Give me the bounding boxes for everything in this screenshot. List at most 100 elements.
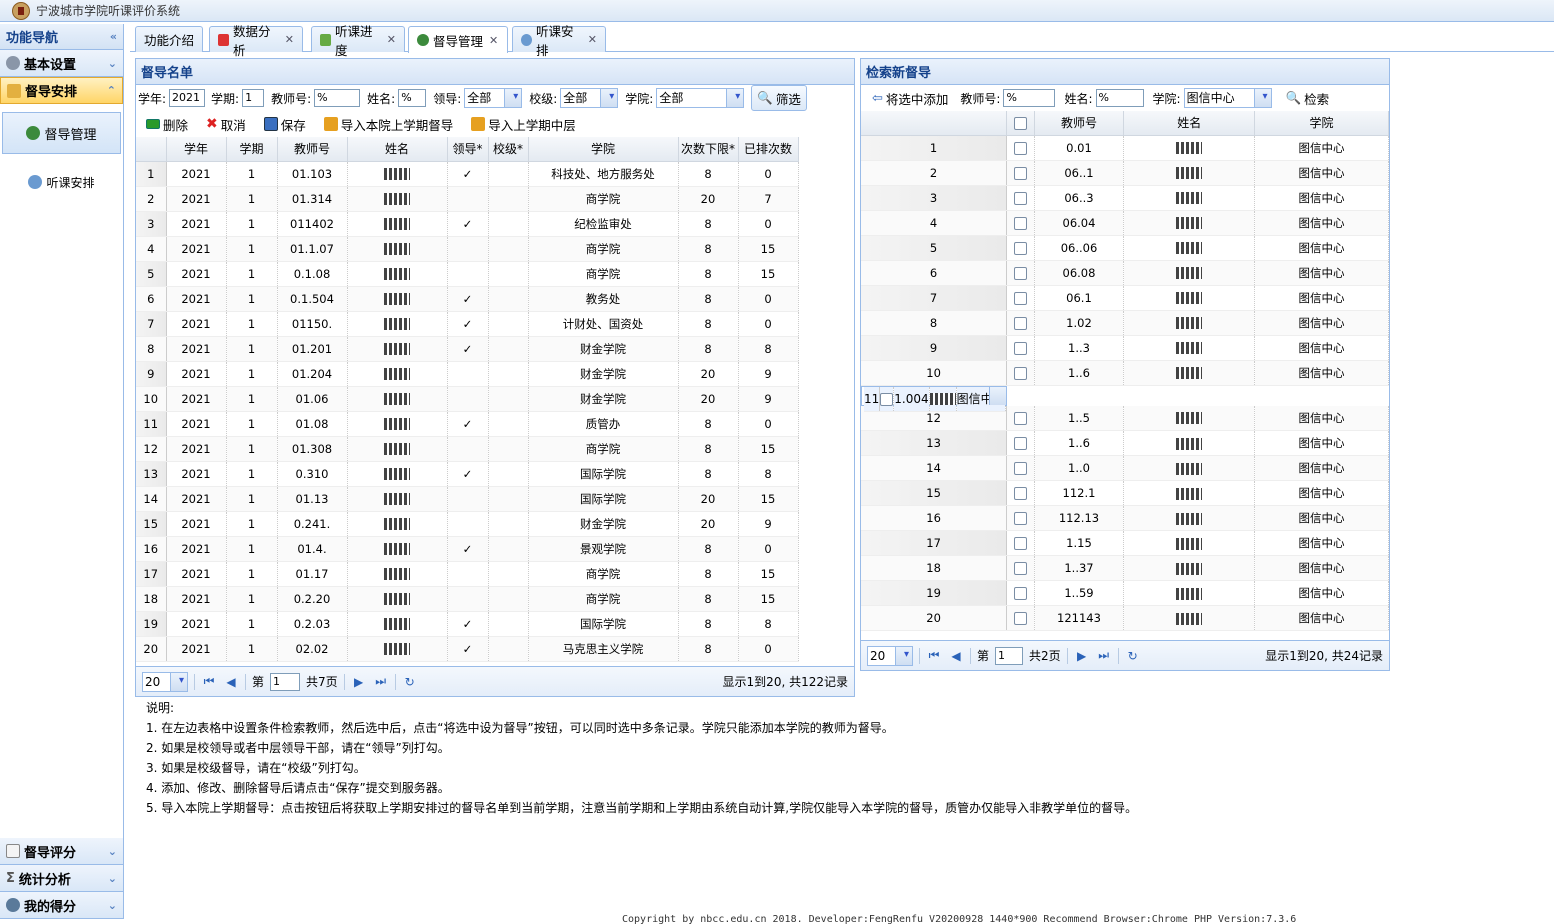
table-row[interactable]: 3 2021 1 011402 ✓ 纪检监审处 8 0	[136, 211, 799, 237]
column-header[interactable]: 领导*	[447, 137, 489, 162]
table-cell[interactable]: 8	[678, 636, 739, 662]
table-row[interactable]: 7 2021 1 01150. ✓ 计财处、国资处 8 0	[136, 311, 799, 337]
sidebar-section-basic-settings[interactable]: 基本设置 ⌄	[0, 50, 123, 77]
table-row[interactable]: 18 2021 1 0.2.20 商学院 8 15	[136, 586, 799, 612]
row-checkbox[interactable]	[1013, 587, 1027, 600]
table-cell[interactable]: 8	[678, 436, 739, 462]
sidebar-section-my-score[interactable]: 我的得分 ⌄	[0, 892, 123, 919]
close-icon[interactable]: ✕	[489, 34, 498, 47]
table-row[interactable]: 12 2021 1 01.308 商学院 8 15	[136, 436, 799, 462]
save-button[interactable]: 保存	[259, 112, 311, 136]
table-cell[interactable]	[488, 361, 529, 387]
table-cell[interactable]: ✓	[447, 461, 489, 487]
row-checkbox[interactable]	[1013, 266, 1027, 280]
table-cell[interactable]: 20	[678, 186, 739, 212]
search-button[interactable]: 🔍 检索	[1281, 86, 1335, 110]
cell-name[interactable]	[347, 361, 448, 387]
table-row[interactable]: 20 121143 图信中心	[861, 605, 1389, 631]
cell-name[interactable]	[347, 161, 448, 187]
table-cell[interactable]	[447, 386, 489, 412]
table-row[interactable]: 2 2021 1 01.314 商学院 20 7	[136, 186, 799, 212]
table-cell[interactable]	[488, 386, 529, 412]
page-input[interactable]: 1	[995, 646, 1024, 665]
next-page-icon[interactable]: ▶	[1074, 649, 1090, 663]
table-row[interactable]: 16 112.13 图信中心	[861, 505, 1389, 531]
column-header[interactable]: 姓名	[1123, 111, 1256, 136]
cell-name[interactable]	[347, 486, 448, 512]
row-checkbox[interactable]	[1013, 411, 1027, 425]
table-cell[interactable]: 8	[678, 586, 739, 612]
filter-button[interactable]: 🔍 筛选	[751, 85, 807, 111]
table-row[interactable]: 8 1.02 图信中心	[861, 310, 1389, 336]
table-cell[interactable]: ✓	[447, 336, 489, 362]
tab-supervisor-management[interactable]: 督导管理 ✕	[408, 26, 508, 53]
table-row[interactable]: 1 0.01 图信中心	[861, 135, 1389, 161]
page-input[interactable]: 1	[270, 672, 301, 691]
cell-name[interactable]	[347, 636, 448, 662]
table-row[interactable]: 14 1..0 图信中心	[861, 455, 1389, 481]
table-row[interactable]: 11 1.004 图信中心	[861, 385, 1007, 412]
row-checkbox[interactable]	[1013, 487, 1027, 500]
table-row[interactable]: 15 112.1 图信中心	[861, 480, 1389, 506]
cell-name[interactable]	[347, 511, 448, 537]
table-cell[interactable]	[488, 536, 529, 562]
row-checkbox[interactable]	[1013, 291, 1027, 305]
table-cell[interactable]	[447, 236, 489, 262]
page-size-select[interactable]: 20 ▾	[142, 671, 188, 692]
table-cell[interactable]	[488, 511, 529, 537]
table-cell[interactable]: 20	[678, 486, 739, 512]
table-row[interactable]: 3 06..3 图信中心	[861, 185, 1389, 211]
table-row[interactable]: 4 2021 1 01.1.07 商学院 8 15	[136, 236, 799, 262]
row-checkbox[interactable]	[1013, 366, 1027, 380]
year-input[interactable]: 2021	[169, 89, 206, 107]
first-page-icon[interactable]: ⏮	[201, 674, 217, 689]
cell-name[interactable]	[347, 386, 448, 412]
table-cell[interactable]	[488, 336, 529, 362]
column-header[interactable]: 姓名	[347, 137, 448, 162]
table-row[interactable]: 19 2021 1 0.2.03 ✓ 国际学院 8 8	[136, 611, 799, 637]
table-cell[interactable]: ✓	[447, 161, 489, 187]
column-header[interactable]: 学院	[528, 137, 679, 162]
table-cell[interactable]	[447, 561, 489, 587]
name-input[interactable]: %	[1095, 89, 1144, 107]
cell-name[interactable]	[347, 286, 448, 312]
table-cell[interactable]: 20	[678, 386, 739, 412]
table-cell[interactable]	[447, 486, 489, 512]
add-selected-button[interactable]: ⇦ 将选中添加	[867, 86, 953, 110]
table-cell[interactable]	[488, 211, 529, 237]
last-page-icon[interactable]: ⏭	[373, 674, 389, 689]
cell-name[interactable]	[347, 536, 448, 562]
table-cell[interactable]	[488, 186, 529, 212]
row-checkbox[interactable]	[1013, 341, 1027, 355]
next-page-icon[interactable]: ▶	[351, 675, 367, 689]
table-cell[interactable]: 20	[678, 511, 739, 537]
table-cell[interactable]: 8	[678, 286, 739, 312]
sidebar-section-statistics[interactable]: Σ 统计分析 ⌄	[0, 865, 123, 892]
table-cell[interactable]	[488, 261, 529, 287]
table-cell[interactable]: 8	[678, 161, 739, 187]
row-checkbox[interactable]	[1013, 141, 1027, 155]
college-select[interactable]: 图信中心 ▾	[1183, 88, 1272, 108]
table-cell[interactable]	[447, 436, 489, 462]
table-cell[interactable]: 8	[678, 536, 739, 562]
row-checkbox[interactable]	[1013, 462, 1027, 475]
table-cell[interactable]: 8	[678, 411, 739, 437]
teacher-id-input[interactable]: %	[1003, 89, 1056, 107]
row-checkbox[interactable]	[1013, 537, 1027, 550]
collapse-sidebar-icon[interactable]: «	[110, 30, 117, 43]
column-header[interactable]: 校级*	[488, 137, 529, 162]
table-cell[interactable]: 8	[678, 261, 739, 287]
table-cell[interactable]	[488, 311, 529, 337]
row-checkbox[interactable]	[1013, 316, 1027, 330]
table-row[interactable]: 5 06..06 图信中心	[861, 235, 1389, 261]
prev-page-icon[interactable]: ◀	[223, 675, 239, 689]
leader-select[interactable]: 全部 ▾	[464, 88, 523, 108]
table-row[interactable]: 11 2021 1 01.08 ✓ 质管办 8 0	[136, 411, 799, 437]
table-cell[interactable]: 8	[678, 311, 739, 337]
cell-name[interactable]	[347, 561, 448, 587]
college-select[interactable]: 全部 ▾	[656, 88, 745, 108]
cell-name[interactable]	[347, 586, 448, 612]
cell-name[interactable]	[347, 436, 448, 462]
column-header[interactable]: 教师号	[277, 137, 348, 162]
column-header[interactable]: 学期	[226, 137, 278, 162]
